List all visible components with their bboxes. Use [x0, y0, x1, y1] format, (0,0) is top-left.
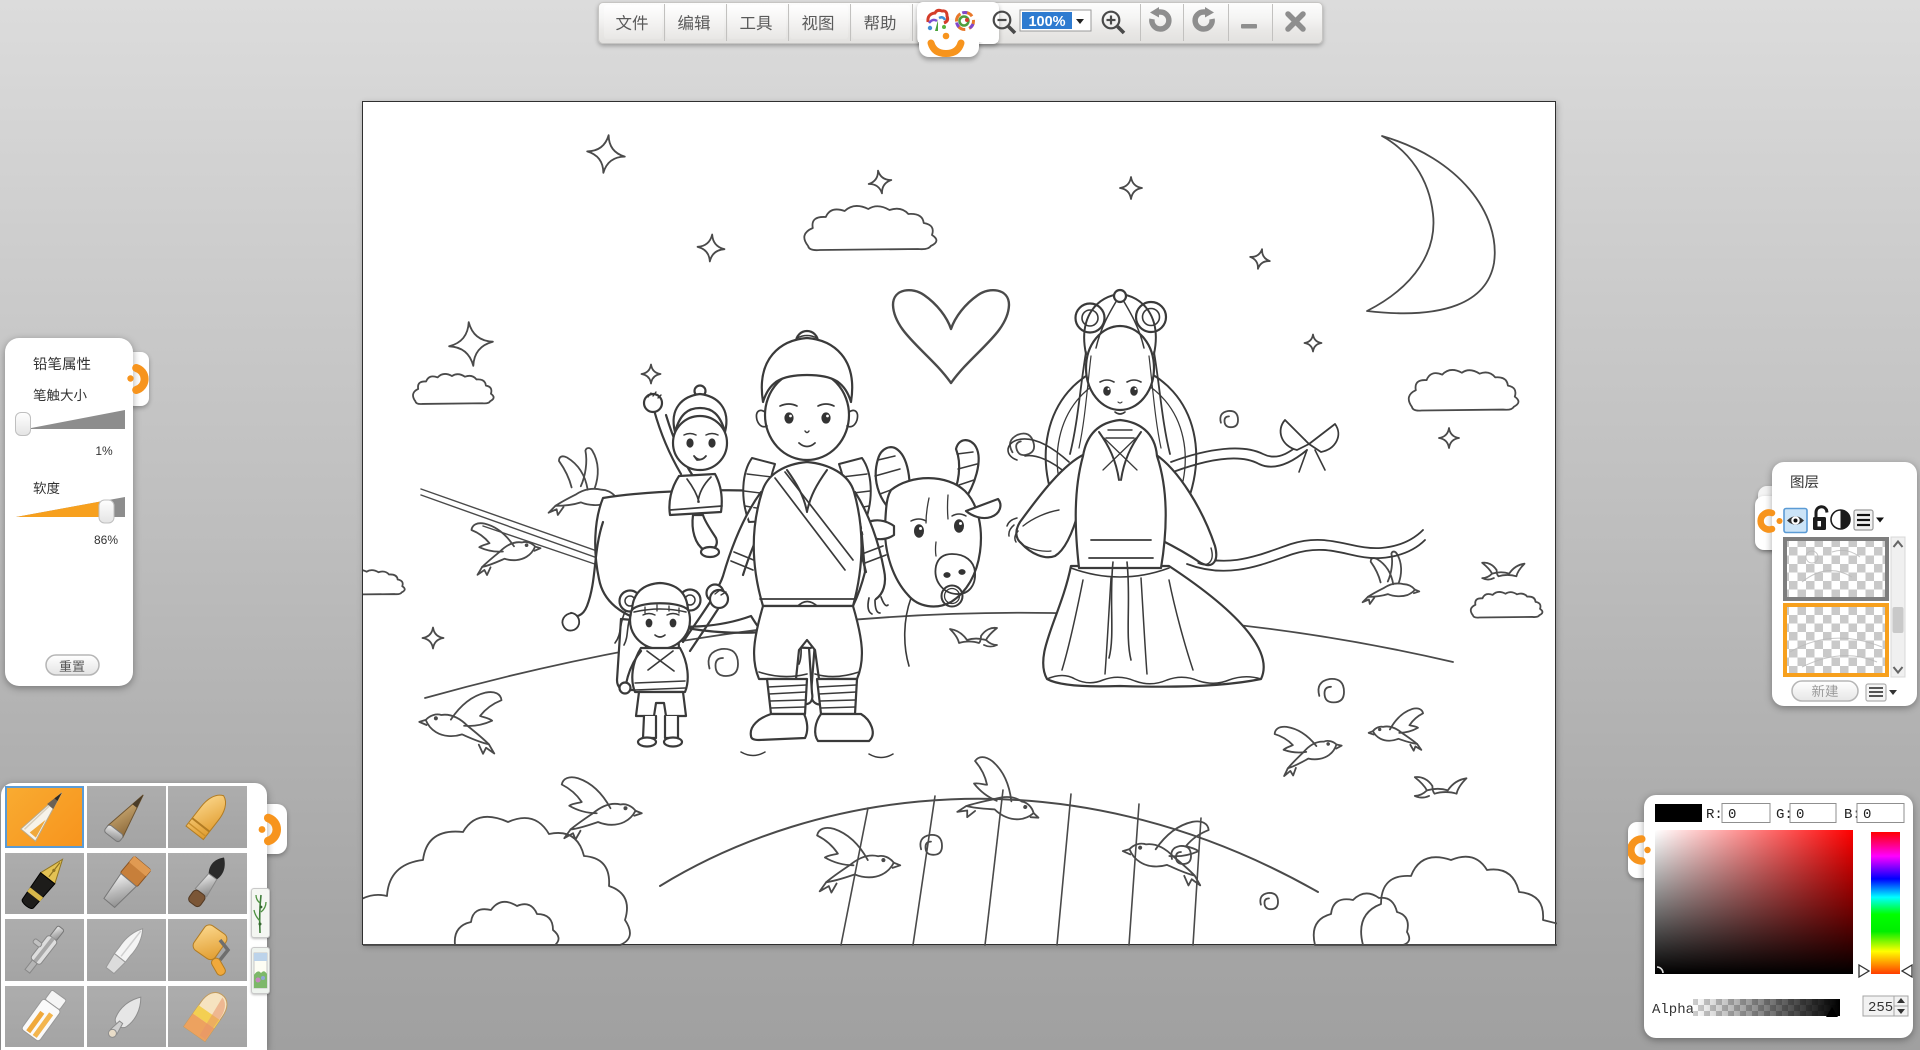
svg-text:0: 0	[1863, 807, 1871, 823]
svg-text:Alpha: Alpha	[1652, 1002, 1694, 1018]
svg-text:R:: R:	[1706, 807, 1723, 823]
svg-text:1%: 1%	[95, 444, 113, 458]
svg-text:100%: 100%	[1028, 14, 1065, 30]
svg-text:0: 0	[1728, 807, 1736, 823]
svg-text:255: 255	[1868, 1000, 1893, 1016]
svg-text:0: 0	[1796, 807, 1804, 823]
svg-text:86%: 86%	[94, 533, 118, 547]
